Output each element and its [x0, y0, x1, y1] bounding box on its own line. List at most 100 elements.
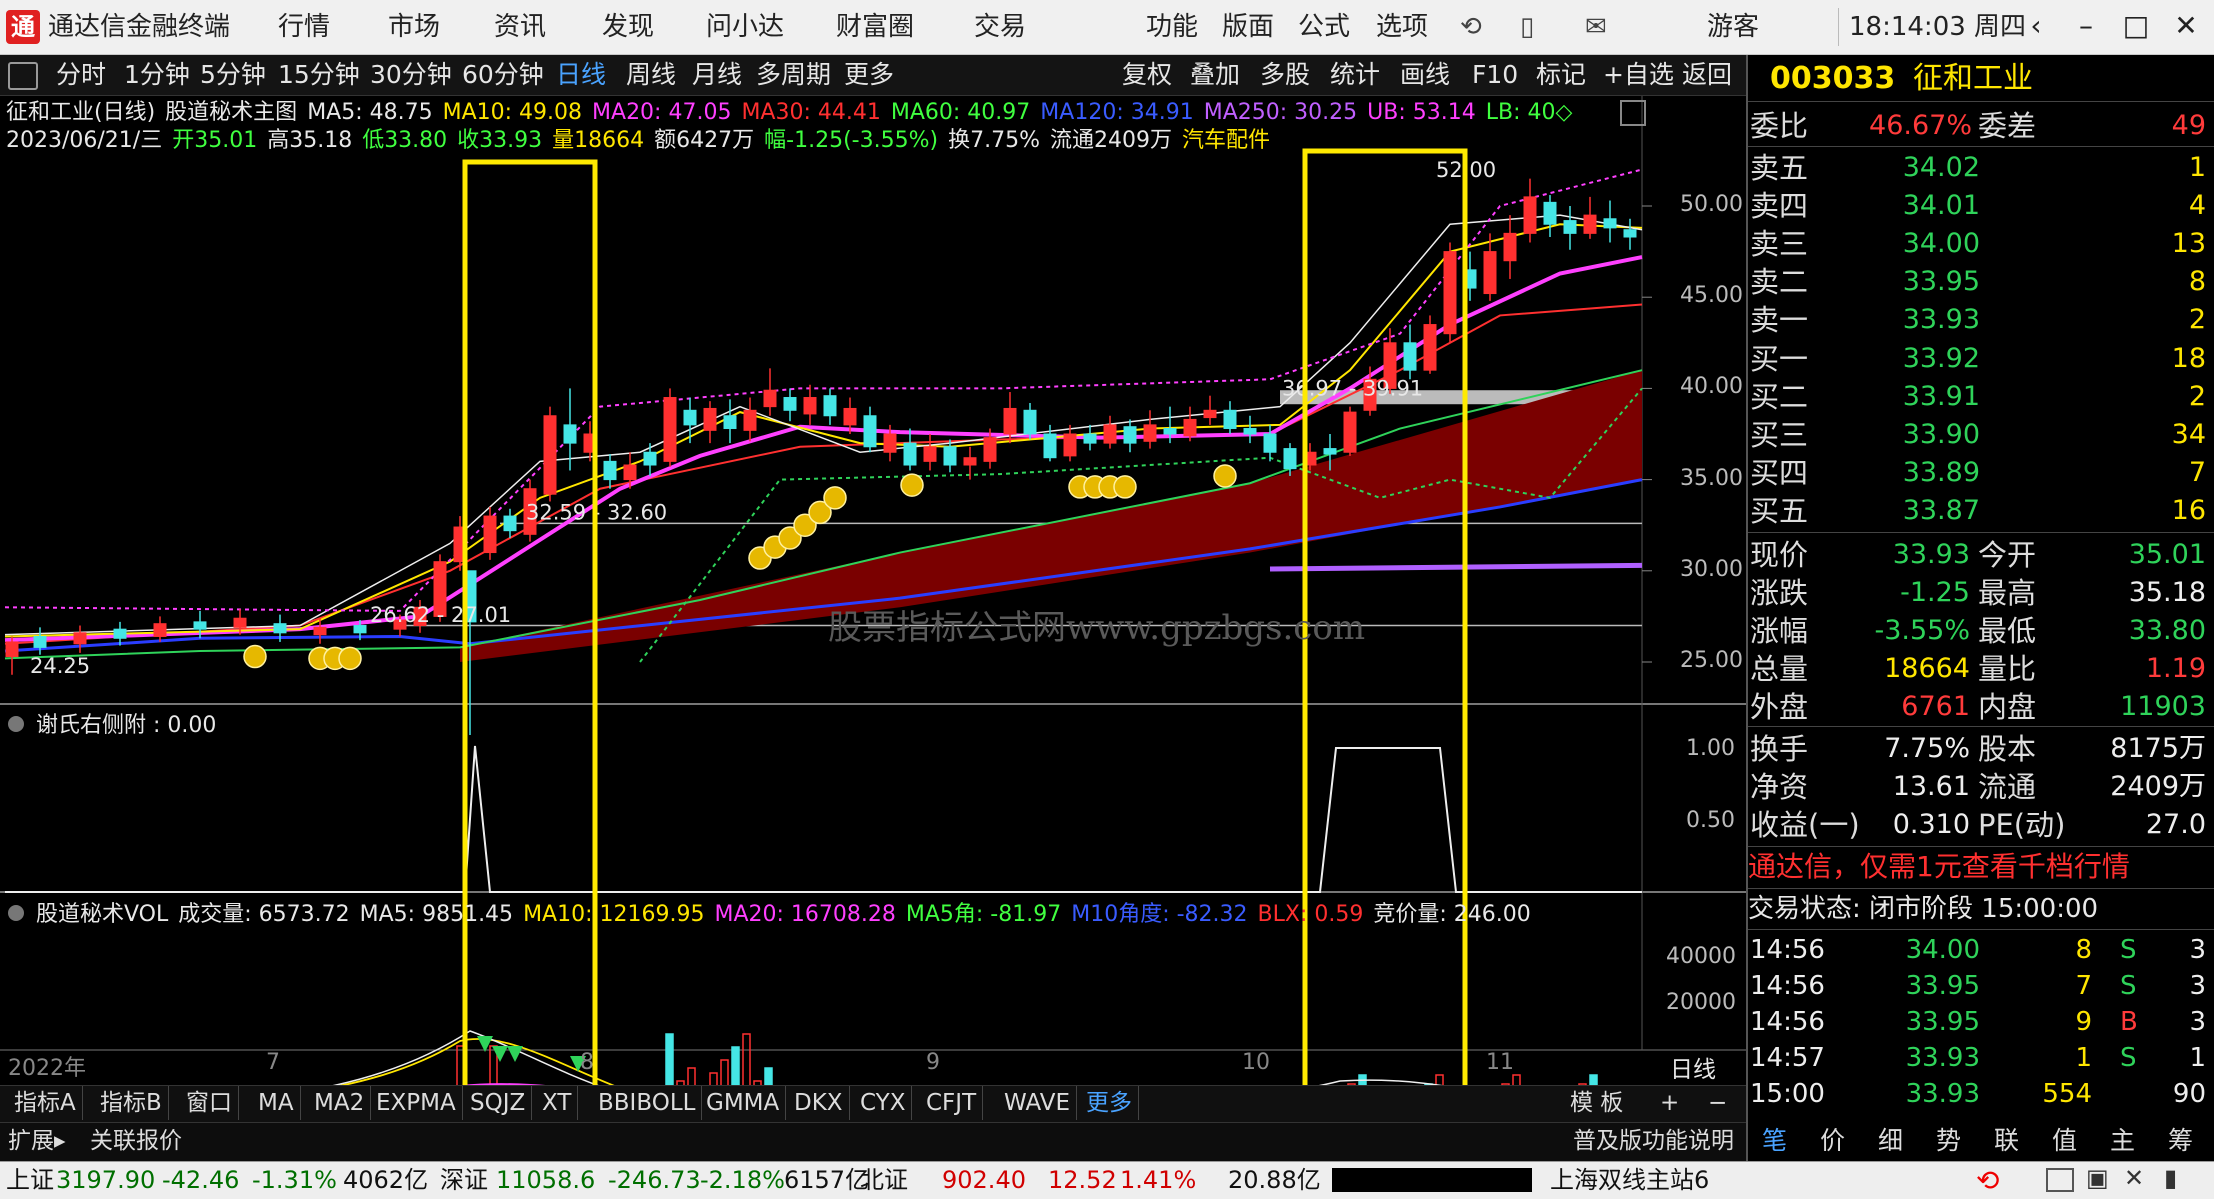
detail-tab-1[interactable]: 价 [1820, 1124, 1845, 1158]
bid-4-price[interactable]: 33.89 [1880, 455, 1980, 491]
bid-1-price[interactable]: 33.92 [1880, 341, 1980, 377]
menu-item-7[interactable]: 功能 [1146, 8, 1198, 46]
status-bj-name[interactable]: 北证 [860, 1164, 908, 1196]
indicator-tab-2[interactable]: 窗口 [180, 1086, 239, 1120]
menu-item-3[interactable]: 发现 [602, 8, 654, 46]
related-quote-button[interactable]: 关联报价 [90, 1124, 182, 1158]
indicator-tab-1[interactable]: 指标B [94, 1086, 169, 1120]
menu-item-0[interactable]: 行情 [278, 8, 330, 46]
menu-item-6[interactable]: 交易 [974, 8, 1026, 46]
layout-toggle-icon[interactable] [8, 62, 38, 90]
maximize-icon[interactable]: □ [2116, 6, 2156, 46]
lock-icon[interactable]: ▣ [2086, 1164, 2109, 1192]
detail-tab-7[interactable]: 筹 [2168, 1124, 2193, 1158]
indicator-tab-14[interactable]: 更多 [1080, 1086, 1139, 1120]
menu-item-10[interactable]: 选项 [1376, 8, 1428, 46]
detail-tab-2[interactable]: 细 [1878, 1124, 1903, 1158]
phone-icon[interactable]: ▯ [1520, 12, 1534, 42]
panel-menu-icon[interactable] [1620, 100, 1646, 126]
period-tab-6[interactable]: 日线 [556, 58, 606, 92]
menu-item-2[interactable]: 资讯 [494, 8, 546, 46]
toolbar-action-1[interactable]: 叠加 [1190, 58, 1240, 92]
indicator-tab-3[interactable]: MA [252, 1086, 301, 1120]
ask-1-price[interactable]: 33.93 [1880, 302, 1980, 338]
remove-panel-button[interactable]: − [1708, 1086, 1727, 1120]
bid-5-price[interactable]: 33.87 [1880, 493, 1980, 529]
template-button[interactable]: 模 板 [1570, 1086, 1623, 1120]
close-icon[interactable]: ✕ [2166, 6, 2206, 46]
menu-item-5[interactable]: 财富圈 [836, 8, 914, 46]
indicator-tab-10[interactable]: DKX [788, 1086, 850, 1120]
indicator-tab-5[interactable]: EXPMA [370, 1086, 463, 1120]
indicator-tab-8[interactable]: BBIBOLL [592, 1086, 703, 1120]
toolbar-action-3[interactable]: 统计 [1330, 58, 1380, 92]
status-sh-name[interactable]: 上证 [6, 1164, 54, 1196]
toolbar-action-6[interactable]: 标记 [1536, 58, 1586, 92]
detail-tab-5[interactable]: 值 [2052, 1124, 2077, 1158]
refresh-icon[interactable]: ⟲ [1460, 12, 1482, 42]
period-tab-7[interactable]: 周线 [626, 58, 676, 92]
menu-item-1[interactable]: 市场 [388, 8, 440, 46]
ask-1-label: 卖一 [1750, 303, 1809, 337]
help-link[interactable]: 普及版功能说明 [1573, 1124, 1734, 1158]
window-icon[interactable] [2046, 1168, 2074, 1192]
menu-item-8[interactable]: 版面 [1222, 8, 1274, 46]
fund-label: 收益(一) [1750, 808, 1860, 842]
toolbar-action-0[interactable]: 复权 [1122, 58, 1172, 92]
indicator-tab-11[interactable]: CYX [854, 1086, 913, 1120]
toolbar-action-8[interactable]: 返回 [1682, 58, 1732, 92]
promo-link[interactable]: 通达信，仅需1元查看千档行情 [1748, 849, 2130, 885]
period-tab-4[interactable]: 30分钟 [370, 58, 452, 92]
detail-tab-3[interactable]: 势 [1936, 1124, 1961, 1158]
menu-item-9[interactable]: 公式 [1298, 8, 1350, 46]
reconnect-icon[interactable]: ⟲ [1976, 1164, 1999, 1197]
period-tab-2[interactable]: 5分钟 [200, 58, 266, 92]
minimize-icon[interactable]: – [2066, 6, 2106, 46]
detail-tab-4[interactable]: 联 [1994, 1124, 2019, 1158]
menu-item-4[interactable]: 问小达 [706, 8, 784, 46]
period-tab-10[interactable]: 更多 [844, 58, 894, 92]
toolbar-action-4[interactable]: 画线 [1400, 58, 1450, 92]
user-label[interactable]: 游客 [1707, 8, 1759, 46]
indicator-tab-7[interactable]: XT [536, 1086, 579, 1120]
indicator-tab-9[interactable]: GMMA [700, 1086, 787, 1120]
indicator-tab-0[interactable]: 指标A [8, 1086, 83, 1120]
toolbar-action-2[interactable]: 多股 [1260, 58, 1310, 92]
indicator-tab-12[interactable]: CFJT [920, 1086, 984, 1120]
status-sz-name[interactable]: 深证 [440, 1164, 488, 1196]
quote-label: 量比 [1978, 652, 2037, 686]
mail-icon[interactable]: ✉ [1585, 12, 1607, 42]
bid-2-price[interactable]: 33.91 [1880, 379, 1980, 415]
indicator-tab-6[interactable]: SQJZ [464, 1086, 533, 1120]
indicator-tab-13[interactable]: WAVE [998, 1086, 1078, 1120]
indicator-tab-4[interactable]: MA2 [308, 1086, 372, 1120]
detail-tab-0[interactable]: 笔 [1762, 1124, 1787, 1158]
header-field: 开35.01 [172, 128, 258, 153]
quote-label: 今开 [1978, 538, 2037, 572]
quote-label: 涨幅 [1750, 614, 1809, 648]
ask-2-price[interactable]: 33.95 [1880, 264, 1980, 300]
ask-3-price[interactable]: 34.00 [1880, 226, 1980, 262]
fund-value: 8175万 [2110, 733, 2206, 764]
toolbar-action-7[interactable]: +自选 [1603, 58, 1674, 92]
add-panel-button[interactable]: + [1660, 1086, 1679, 1120]
toolbar-action-5[interactable]: F10 [1472, 58, 1518, 92]
period-tab-9[interactable]: 多周期 [756, 58, 831, 92]
period-tab-0[interactable]: 分时 [56, 58, 106, 92]
signal-icon[interactable]: ▮ [2164, 1164, 2177, 1192]
mute-icon[interactable]: ✕ [2124, 1164, 2144, 1192]
period-tab-3[interactable]: 15分钟 [278, 58, 360, 92]
status-server[interactable]: 上海双线主站6 [1550, 1164, 1709, 1196]
ask-5-price[interactable]: 34.02 [1880, 150, 1980, 186]
expand-button[interactable]: 扩展▸ [8, 1124, 66, 1158]
ask-4-price[interactable]: 34.01 [1880, 188, 1980, 224]
period-tab-5[interactable]: 60分钟 [462, 58, 544, 92]
period-tab-1[interactable]: 1分钟 [124, 58, 190, 92]
indicator1-collapse-icon[interactable] [8, 716, 24, 732]
back-icon[interactable]: ‹ [2016, 6, 2056, 46]
period-tab-8[interactable]: 月线 [692, 58, 742, 92]
candle-body [1103, 424, 1117, 444]
bid-3-price[interactable]: 33.90 [1880, 417, 1980, 453]
indicator2-collapse-icon[interactable] [8, 905, 24, 921]
detail-tab-6[interactable]: 主 [2110, 1124, 2135, 1158]
